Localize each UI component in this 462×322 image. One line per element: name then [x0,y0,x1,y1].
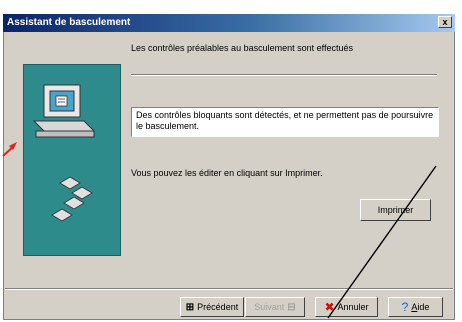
annotation-arrow [2,142,17,157]
annotation-overlay [2,142,437,319]
annotation-line [327,165,437,319]
